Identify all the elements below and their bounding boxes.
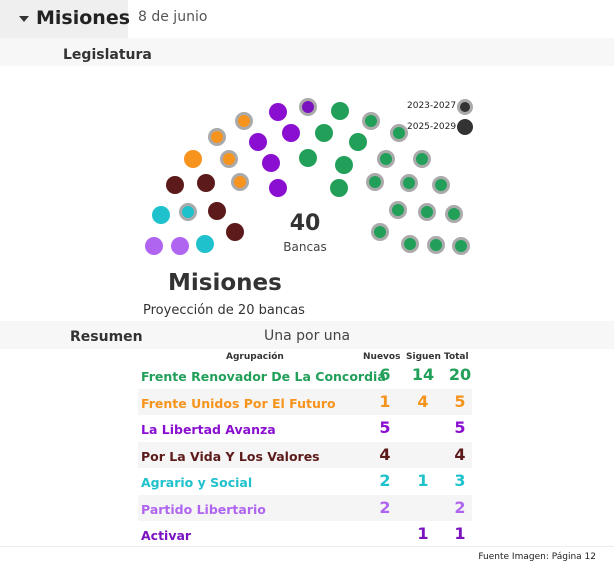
party-name: Frente Renovador De La Concordia xyxy=(141,369,386,384)
cell-total: 2 xyxy=(454,497,466,517)
party-name: Frente Unidos Por El Futuro xyxy=(141,395,336,411)
legend-label: 2025-2029 xyxy=(407,122,457,132)
seat-dot xyxy=(432,176,450,194)
province-name: Misiones xyxy=(168,270,282,296)
seat-dot xyxy=(362,112,380,130)
table-row: Partido Libertario 2 2 xyxy=(138,494,472,521)
party-name: Por La Vida Y Los Valores xyxy=(141,448,320,464)
seat-outlined-icon xyxy=(457,99,473,115)
cell-siguen: 1 xyxy=(417,524,429,543)
table-row: Frente Renovador De La Concordia 6 14 20 xyxy=(138,362,472,388)
seat-dot xyxy=(184,150,202,168)
cell-siguen: 14 xyxy=(411,365,435,384)
date-label: 8 de junio xyxy=(138,9,208,25)
seat-dot xyxy=(389,201,407,219)
seat-dot xyxy=(282,124,300,142)
mode-selector[interactable]: Una por una xyxy=(264,328,350,344)
cell-total: 3 xyxy=(454,471,466,490)
cell-siguen: 4 xyxy=(417,391,429,411)
seat-dot xyxy=(196,235,214,253)
seat-dot xyxy=(208,128,226,146)
seat-dot xyxy=(413,150,431,168)
party-name: La Libertad Avanza xyxy=(141,422,276,437)
province-subtitle: Proyección de 20 bancas xyxy=(143,303,305,318)
table-row: La Libertad Avanza 5 5 xyxy=(138,415,472,441)
cell-nuevos: 2 xyxy=(379,471,391,490)
cell-total: 5 xyxy=(454,418,466,437)
seat-dot xyxy=(152,206,170,224)
table-row: Por La Vida Y Los Valores 4 4 xyxy=(138,441,472,468)
seat-dot xyxy=(197,174,215,192)
total-seats: 40 xyxy=(289,211,321,236)
seat-dot xyxy=(235,112,253,130)
seat-dot xyxy=(390,124,408,142)
province-tab[interactable]: Misiones xyxy=(0,0,131,39)
seat-dot xyxy=(371,223,389,241)
cell-total: 5 xyxy=(454,391,466,411)
section-legislatura-label: Legislatura xyxy=(63,47,152,63)
source-credit: Fuente Imagen: Página 12 xyxy=(478,552,596,562)
cell-siguen: 1 xyxy=(417,471,429,490)
province-title: Misiones xyxy=(36,7,131,29)
seat-dot xyxy=(220,150,238,168)
seat-dot xyxy=(445,205,463,223)
seat-dot xyxy=(208,202,226,220)
party-name: Agrario y Social xyxy=(141,475,253,490)
seat-dot xyxy=(262,154,280,172)
seat-dot xyxy=(418,203,436,221)
cell-total: 4 xyxy=(454,444,466,464)
seat-dot xyxy=(400,174,418,192)
seat-dot xyxy=(331,102,349,120)
col-header-total: Total xyxy=(444,352,469,362)
seat-dot xyxy=(269,103,287,121)
col-header-nuevos: Nuevos xyxy=(363,352,401,362)
cell-nuevos: 1 xyxy=(379,391,391,411)
seat-dot xyxy=(226,223,244,241)
section-resumen-label: Resumen xyxy=(70,329,143,345)
cell-total: 20 xyxy=(448,365,472,384)
legend-item-2023-2027: 2023-2027 xyxy=(407,101,456,111)
seat-dot xyxy=(330,179,348,197)
seat-dot xyxy=(231,173,249,191)
seat-dot xyxy=(427,236,445,254)
seat-solid-icon xyxy=(457,119,473,135)
col-header-siguen: Siguen xyxy=(406,352,441,362)
legend-item-2025-2029: 2025-2029 xyxy=(407,122,456,132)
total-seats-label: Bancas xyxy=(283,240,327,254)
table-row: Activar 1 1 xyxy=(138,521,472,547)
seat-dot xyxy=(315,124,333,142)
seat-dot xyxy=(179,203,197,221)
cell-nuevos: 4 xyxy=(379,444,391,464)
table-row: Agrario y Social 2 1 3 xyxy=(138,468,472,494)
seat-dot xyxy=(401,235,419,253)
seat-dot xyxy=(249,133,267,151)
cell-nuevos: 2 xyxy=(379,497,391,517)
col-header-agrupacion: Agrupación xyxy=(226,352,284,362)
seat-dot xyxy=(452,237,470,255)
seat-dot xyxy=(166,176,184,194)
chevron-down-icon[interactable] xyxy=(19,16,29,22)
seat-dot xyxy=(349,133,367,151)
seat-dot xyxy=(299,149,317,167)
seat-dot xyxy=(366,173,384,191)
cell-total: 1 xyxy=(454,524,466,543)
legend-label: 2023-2027 xyxy=(407,101,457,111)
seat-dot xyxy=(377,150,395,168)
cell-nuevos: 6 xyxy=(379,365,391,384)
party-name: Partido Libertario xyxy=(141,501,266,517)
table-row: Frente Unidos Por El Futuro 1 4 5 xyxy=(138,388,472,415)
seat-dot xyxy=(299,98,317,116)
seat-dot xyxy=(269,179,287,197)
seat-dot xyxy=(171,237,189,255)
cell-nuevos: 5 xyxy=(379,418,391,437)
seat-dot xyxy=(145,237,163,255)
party-name: Activar xyxy=(141,528,192,543)
seat-dot xyxy=(335,156,353,174)
